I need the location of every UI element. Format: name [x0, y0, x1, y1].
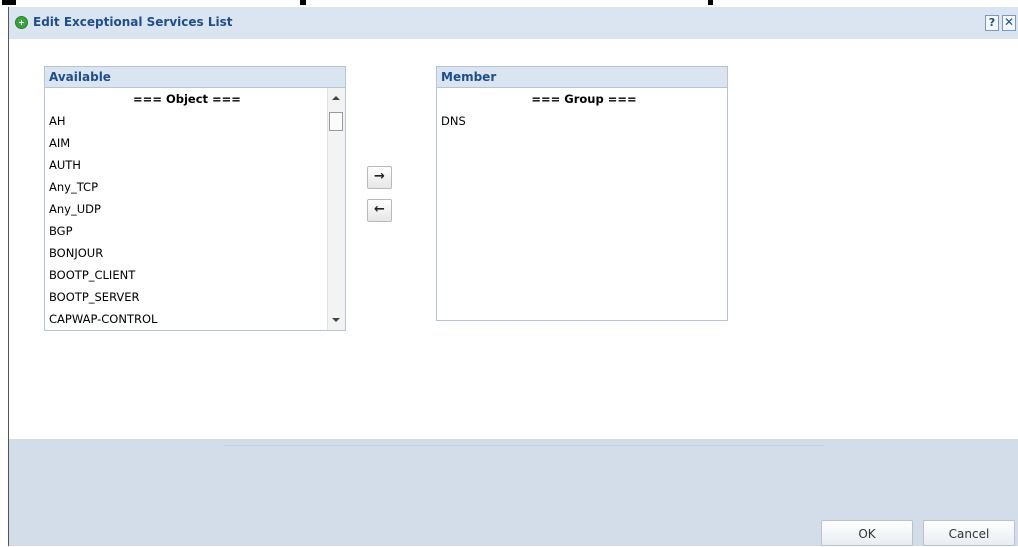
- available-listbox[interactable]: Available === Object === AH AIM AUTH Any…: [44, 66, 346, 331]
- cropped-caption-strip: [0, 0, 1018, 7]
- available-items: === Object === AH AIM AUTH Any_TCP Any_U…: [45, 88, 325, 328]
- member-header: Member: [437, 67, 727, 88]
- close-button[interactable]: ✕: [1002, 15, 1016, 31]
- list-item-group-header[interactable]: === Group ===: [437, 88, 727, 110]
- list-item[interactable]: DNS: [437, 110, 727, 132]
- dialog-title: Edit Exceptional Services List: [33, 15, 233, 29]
- add-circle-icon: [15, 16, 28, 29]
- list-item[interactable]: CAPWAP-CONTROL: [45, 308, 325, 328]
- list-item-object-group[interactable]: === Object ===: [45, 88, 325, 110]
- list-item[interactable]: BONJOUR: [45, 242, 325, 264]
- caption-fragment: [300, 0, 306, 5]
- list-item[interactable]: Any_TCP: [45, 176, 325, 198]
- ok-button[interactable]: OK: [821, 520, 913, 546]
- caption-fragment: [2, 0, 16, 5]
- list-item[interactable]: BGP: [45, 220, 325, 242]
- scroll-down-arrow-icon[interactable]: [332, 318, 340, 322]
- list-item[interactable]: Any_UDP: [45, 198, 325, 220]
- cancel-button[interactable]: Cancel: [923, 520, 1015, 546]
- member-items: === Group === DNS: [437, 88, 727, 132]
- scroll-thumb[interactable]: [329, 112, 343, 131]
- available-scrollbar[interactable]: [327, 88, 345, 330]
- list-item[interactable]: AH: [45, 110, 325, 132]
- available-header: Available: [45, 67, 345, 88]
- list-item[interactable]: AIM: [45, 132, 325, 154]
- help-button[interactable]: ?: [985, 15, 999, 31]
- edit-exceptional-services-dialog: Edit Exceptional Services List ? ✕ Avail…: [8, 7, 1018, 546]
- scroll-up-arrow-icon[interactable]: [332, 96, 340, 100]
- dialog-titlebar: Edit Exceptional Services List ? ✕: [9, 7, 1018, 39]
- list-item[interactable]: BOOTP_SERVER: [45, 286, 325, 308]
- footer-divider: [224, 445, 824, 446]
- member-listbox[interactable]: Member === Group === DNS: [436, 66, 728, 321]
- caption-fragment: [708, 0, 713, 5]
- add-to-member-button[interactable]: →: [367, 166, 392, 189]
- list-item[interactable]: BOOTP_CLIENT: [45, 264, 325, 286]
- list-item[interactable]: AUTH: [45, 154, 325, 176]
- remove-from-member-button[interactable]: ←: [367, 199, 392, 222]
- dialog-footer: OK Cancel: [9, 439, 1018, 546]
